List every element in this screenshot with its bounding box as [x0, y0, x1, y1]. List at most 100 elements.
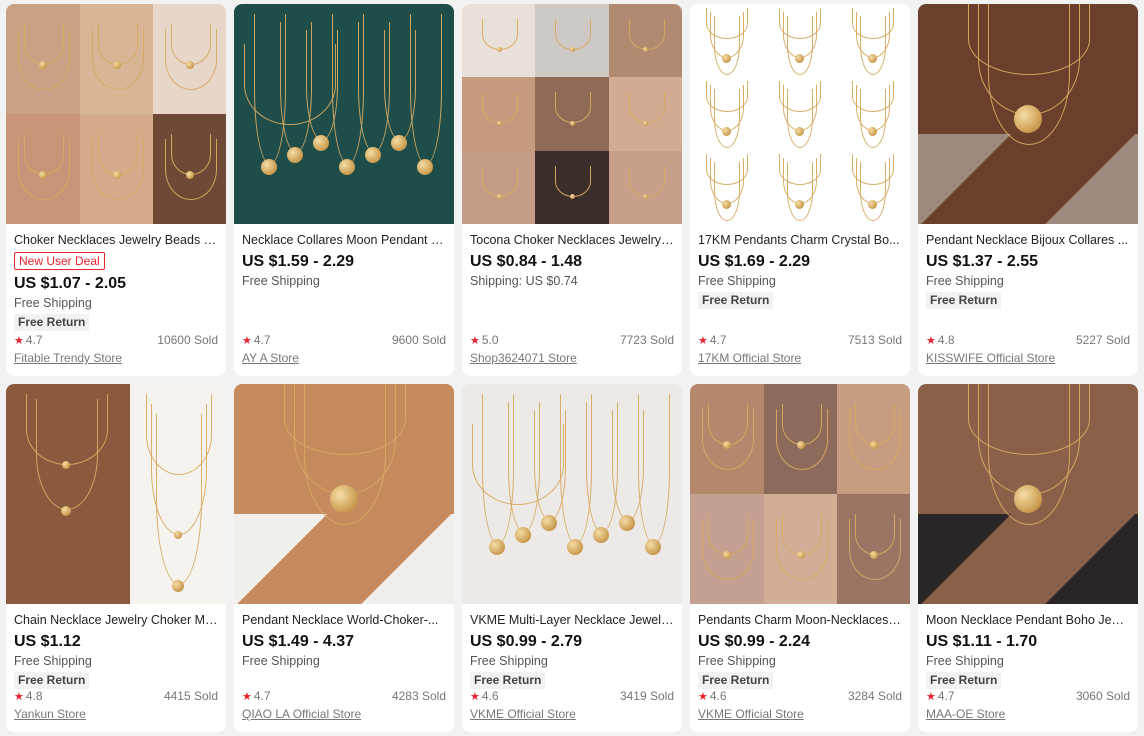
chain-graphic — [482, 165, 518, 197]
product-title[interactable]: Chain Necklace Jewelry Choker Mo... — [14, 612, 218, 628]
sold-count: 5227 Sold — [1075, 333, 1130, 347]
store-link[interactable]: AY A Store — [242, 350, 446, 366]
product-info: Moon Necklace Pendant Boho Jew... US $1.1… — [918, 604, 1138, 732]
product-card[interactable]: Pendant Necklace World-Choker-... US $1.4… — [234, 384, 454, 732]
rating-value: 4.7 — [25, 333, 43, 347]
free-return-badge: Free Return — [14, 314, 90, 331]
product-info: Pendant Necklace Bijoux Collares ... US $… — [918, 224, 1138, 376]
shipping-info: Free Shipping — [470, 654, 548, 668]
store-link[interactable]: KISSWIFE Official Store — [926, 350, 1130, 366]
chain-graphic — [714, 16, 740, 75]
product-title[interactable]: Necklace Collares Moon Pendant C... — [242, 232, 446, 248]
rating-value: 4.8 — [937, 333, 955, 347]
store-link[interactable]: Fitable Trendy Store — [14, 350, 218, 366]
pendant-graphic — [515, 526, 531, 543]
product-info: 17KM Pendants Charm Crystal Bo... US $1.6… — [690, 224, 910, 376]
product-title[interactable]: Pendant Necklace World-Choker-... — [242, 612, 446, 628]
pendant-graphic — [569, 120, 575, 126]
product-card[interactable]: Chain Necklace Jewelry Choker Mo... US $1… — [6, 384, 226, 732]
rating-row: ★ 4.8 5227 Sold — [926, 332, 1130, 349]
product-info: Choker Necklaces Jewelry Beads St... New … — [6, 224, 226, 376]
product-title[interactable]: Choker Necklaces Jewelry Beads St... — [14, 232, 218, 248]
shipping-info: Free Shipping — [698, 654, 776, 668]
sold-count: 7513 Sold — [847, 333, 902, 347]
product-card[interactable]: Choker Necklaces Jewelry Beads St... New … — [6, 4, 226, 376]
product-meta: ★ 4.7 3060 Sold MAA-OE Store — [926, 688, 1130, 722]
product-title[interactable]: Pendant Necklace Bijoux Collares ... — [926, 232, 1130, 248]
chain-graphic — [988, 384, 1070, 525]
product-card[interactable]: 17KM Pendants Charm Crystal Bo... US $1.6… — [690, 4, 910, 376]
product-card[interactable]: Pendant Necklace Bijoux Collares ... US $… — [918, 4, 1138, 376]
store-link[interactable]: VKME Official Store — [698, 706, 902, 722]
star-icon: ★ — [698, 691, 708, 703]
chain-graphic — [18, 139, 70, 200]
product-info: VKME Multi-Layer Necklace Jewelle... US $… — [462, 604, 682, 732]
product-price: US $1.11 - 1.70 — [926, 633, 1038, 650]
product-card[interactable]: Pendants Charm Moon-Necklaces ... US $0.9… — [690, 384, 910, 732]
rating: ★ 4.7 — [242, 332, 271, 349]
store-link[interactable]: VKME Official Store — [470, 706, 674, 722]
chain-graphic — [244, 44, 336, 125]
product-title[interactable]: Pendants Charm Moon-Necklaces ... — [698, 612, 902, 628]
chain-graphic — [628, 19, 665, 50]
free-return-badge: Free Return — [698, 292, 774, 309]
pendant-graphic — [593, 526, 609, 543]
rating: ★ 4.7 — [926, 688, 955, 705]
chain-graphic — [860, 89, 886, 148]
rating-row: ★ 4.6 3284 Sold — [698, 688, 902, 705]
product-image[interactable] — [690, 4, 910, 224]
pendant-graphic — [391, 134, 407, 151]
product-title[interactable]: 17KM Pendants Charm Crystal Bo... — [698, 232, 902, 248]
store-link[interactable]: 17KM Official Store — [698, 350, 902, 366]
free-return-badge: Free Return — [698, 672, 774, 689]
product-info: Necklace Collares Moon Pendant C... US $1… — [234, 224, 454, 376]
product-meta: ★ 4.6 3419 Sold VKME Official Store — [470, 688, 674, 722]
product-image[interactable] — [6, 384, 226, 604]
rating-row: ★ 4.8 4415 Sold — [14, 688, 218, 705]
product-image[interactable] — [918, 384, 1138, 604]
free-return-badge: Free Return — [926, 672, 1002, 689]
chain-graphic — [787, 89, 813, 148]
store-link[interactable]: MAA-OE Store — [926, 706, 1130, 722]
store-link[interactable]: Shop3624071 Store — [470, 350, 674, 366]
product-image[interactable] — [462, 4, 682, 224]
pendant-graphic — [287, 146, 303, 163]
rating-row: ★ 4.7 10600 Sold — [14, 332, 218, 349]
product-image[interactable] — [690, 384, 910, 604]
product-card[interactable]: Necklace Collares Moon Pendant C... US $1… — [234, 4, 454, 376]
rating-row: ★ 4.7 9600 Sold — [242, 332, 446, 349]
product-card[interactable]: VKME Multi-Layer Necklace Jewelle... US $… — [462, 384, 682, 732]
free-return-badge: Free Return — [926, 292, 1002, 309]
rating-value: 4.6 — [481, 689, 499, 703]
chain-graphic — [92, 29, 144, 90]
chain-graphic — [714, 162, 740, 221]
pendant-graphic — [172, 580, 184, 592]
product-image[interactable] — [234, 4, 454, 224]
rating: ★ 4.7 — [242, 688, 271, 705]
store-link[interactable]: Yankun Store — [14, 706, 218, 722]
product-image[interactable] — [462, 384, 682, 604]
store-link[interactable]: QIAO LA Official Store — [242, 706, 446, 722]
product-title[interactable]: Tocona Choker Necklaces Jewelry ... — [470, 232, 674, 248]
pendant-graphic — [643, 120, 649, 126]
product-info: Chain Necklace Jewelry Choker Mo... US $1… — [6, 604, 226, 732]
product-title[interactable]: Moon Necklace Pendant Boho Jew... — [926, 612, 1130, 628]
rating-row: ★ 4.7 4283 Sold — [242, 688, 446, 705]
product-image[interactable] — [918, 4, 1138, 224]
product-title[interactable]: VKME Multi-Layer Necklace Jewelle... — [470, 612, 674, 628]
chain-graphic — [304, 384, 386, 525]
pendant-graphic — [339, 158, 355, 175]
shipping-info: Free Shipping — [926, 274, 1004, 288]
sold-count: 4283 Sold — [391, 689, 446, 703]
product-meta: ★ 4.8 4415 Sold Yankun Store — [14, 688, 218, 722]
product-card[interactable]: Tocona Choker Necklaces Jewelry ... US $0… — [462, 4, 682, 376]
chain-graphic — [849, 519, 901, 580]
rating-value: 4.7 — [253, 689, 271, 703]
product-image[interactable] — [234, 384, 454, 604]
chain-graphic — [776, 409, 828, 470]
rating-value: 4.6 — [709, 689, 727, 703]
clothing-graphic — [918, 514, 1138, 604]
product-card[interactable]: Moon Necklace Pendant Boho Jew... US $1.1… — [918, 384, 1138, 732]
pendant-graphic — [645, 538, 661, 555]
product-image[interactable] — [6, 4, 226, 224]
